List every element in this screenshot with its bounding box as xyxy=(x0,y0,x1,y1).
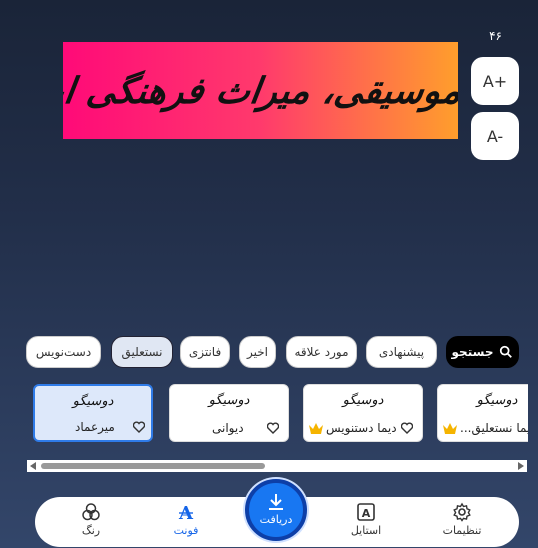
chip-fantasy[interactable]: فانتزی xyxy=(180,336,230,368)
text-style-icon: A xyxy=(357,503,375,521)
font-card-dima-nastaliq[interactable]: دوسیگو دیما نستعلیق... xyxy=(437,384,528,442)
scroll-left-arrow-icon[interactable] xyxy=(30,462,36,470)
nav-color[interactable]: رنگ xyxy=(56,502,126,542)
crown-icon xyxy=(309,423,323,434)
chip-nastaliq[interactable]: نستعلیق xyxy=(111,336,173,368)
font-sample: دوسیگو xyxy=(72,394,114,409)
chip-favorites[interactable]: مورد علاقه xyxy=(286,336,357,368)
download-button[interactable]: دریافت xyxy=(245,479,307,541)
search-label: جستجو xyxy=(451,345,494,359)
heart-icon[interactable] xyxy=(267,422,279,434)
chip-recent[interactable]: اخیر xyxy=(239,336,276,368)
font-card-dima-dastnevis[interactable]: دوسیگو دیما دستنویس xyxy=(303,384,423,442)
font-size-value: ۴۶ xyxy=(489,29,502,43)
search-chip[interactable]: جستجو xyxy=(446,336,519,368)
heart-icon[interactable] xyxy=(401,422,413,434)
font-name: دیوانی xyxy=(212,421,244,435)
svg-text:A: A xyxy=(362,507,371,520)
nav-settings-label: تنظیمات xyxy=(442,524,482,537)
font-sample: دوسیگو xyxy=(342,393,384,408)
crown-icon xyxy=(443,423,457,434)
nav-font[interactable]: A فونت xyxy=(151,502,221,542)
preview-text: هنر موسیقی، میراث فرهنگی ایران xyxy=(63,69,458,112)
font-name: دیما دستنویس xyxy=(326,421,397,435)
horizontal-scrollbar[interactable] xyxy=(27,460,527,472)
nav-font-label: فونت xyxy=(173,524,199,537)
font-card-mir-emad[interactable]: دوسیگو میرعماد xyxy=(33,384,153,442)
chip-handwritten[interactable]: دست‌نویس xyxy=(26,336,101,368)
font-sample: دوسیگو xyxy=(208,393,250,408)
nav-color-label: رنگ xyxy=(81,524,101,537)
nav-settings[interactable]: تنظیمات xyxy=(427,502,497,542)
download-icon xyxy=(269,494,283,510)
search-icon xyxy=(500,345,513,358)
font-preview: هنر موسیقی، میراث فرهنگی ایران xyxy=(63,42,458,139)
nav-style[interactable]: A استایل xyxy=(331,502,401,542)
font-card-divani[interactable]: دوسیگو دیوانی xyxy=(169,384,289,442)
nav-style-label: استایل xyxy=(350,524,382,537)
font-list: دوسیگو دیما نستعلیق... دوسیگو دیما دستنو… xyxy=(33,384,528,444)
font-name: دیما نستعلیق... xyxy=(460,421,528,435)
color-palette-icon xyxy=(82,503,100,521)
increase-size-button[interactable]: A+ xyxy=(471,57,519,105)
scroll-right-arrow-icon[interactable] xyxy=(518,462,524,470)
decrease-size-button[interactable]: A- xyxy=(471,112,519,160)
heart-icon[interactable] xyxy=(133,421,145,433)
download-label: دریافت xyxy=(259,513,293,526)
font-icon: A xyxy=(178,503,194,522)
scroll-thumb[interactable] xyxy=(41,463,265,469)
font-sample: دوسیگو xyxy=(476,393,518,408)
category-chips: جستجو پیشنهادی مورد علاقه اخیر فانتزی نس… xyxy=(26,336,519,368)
chip-suggested[interactable]: پیشنهادی xyxy=(366,336,437,368)
font-name: میرعماد xyxy=(75,420,115,434)
gear-icon xyxy=(453,502,471,522)
